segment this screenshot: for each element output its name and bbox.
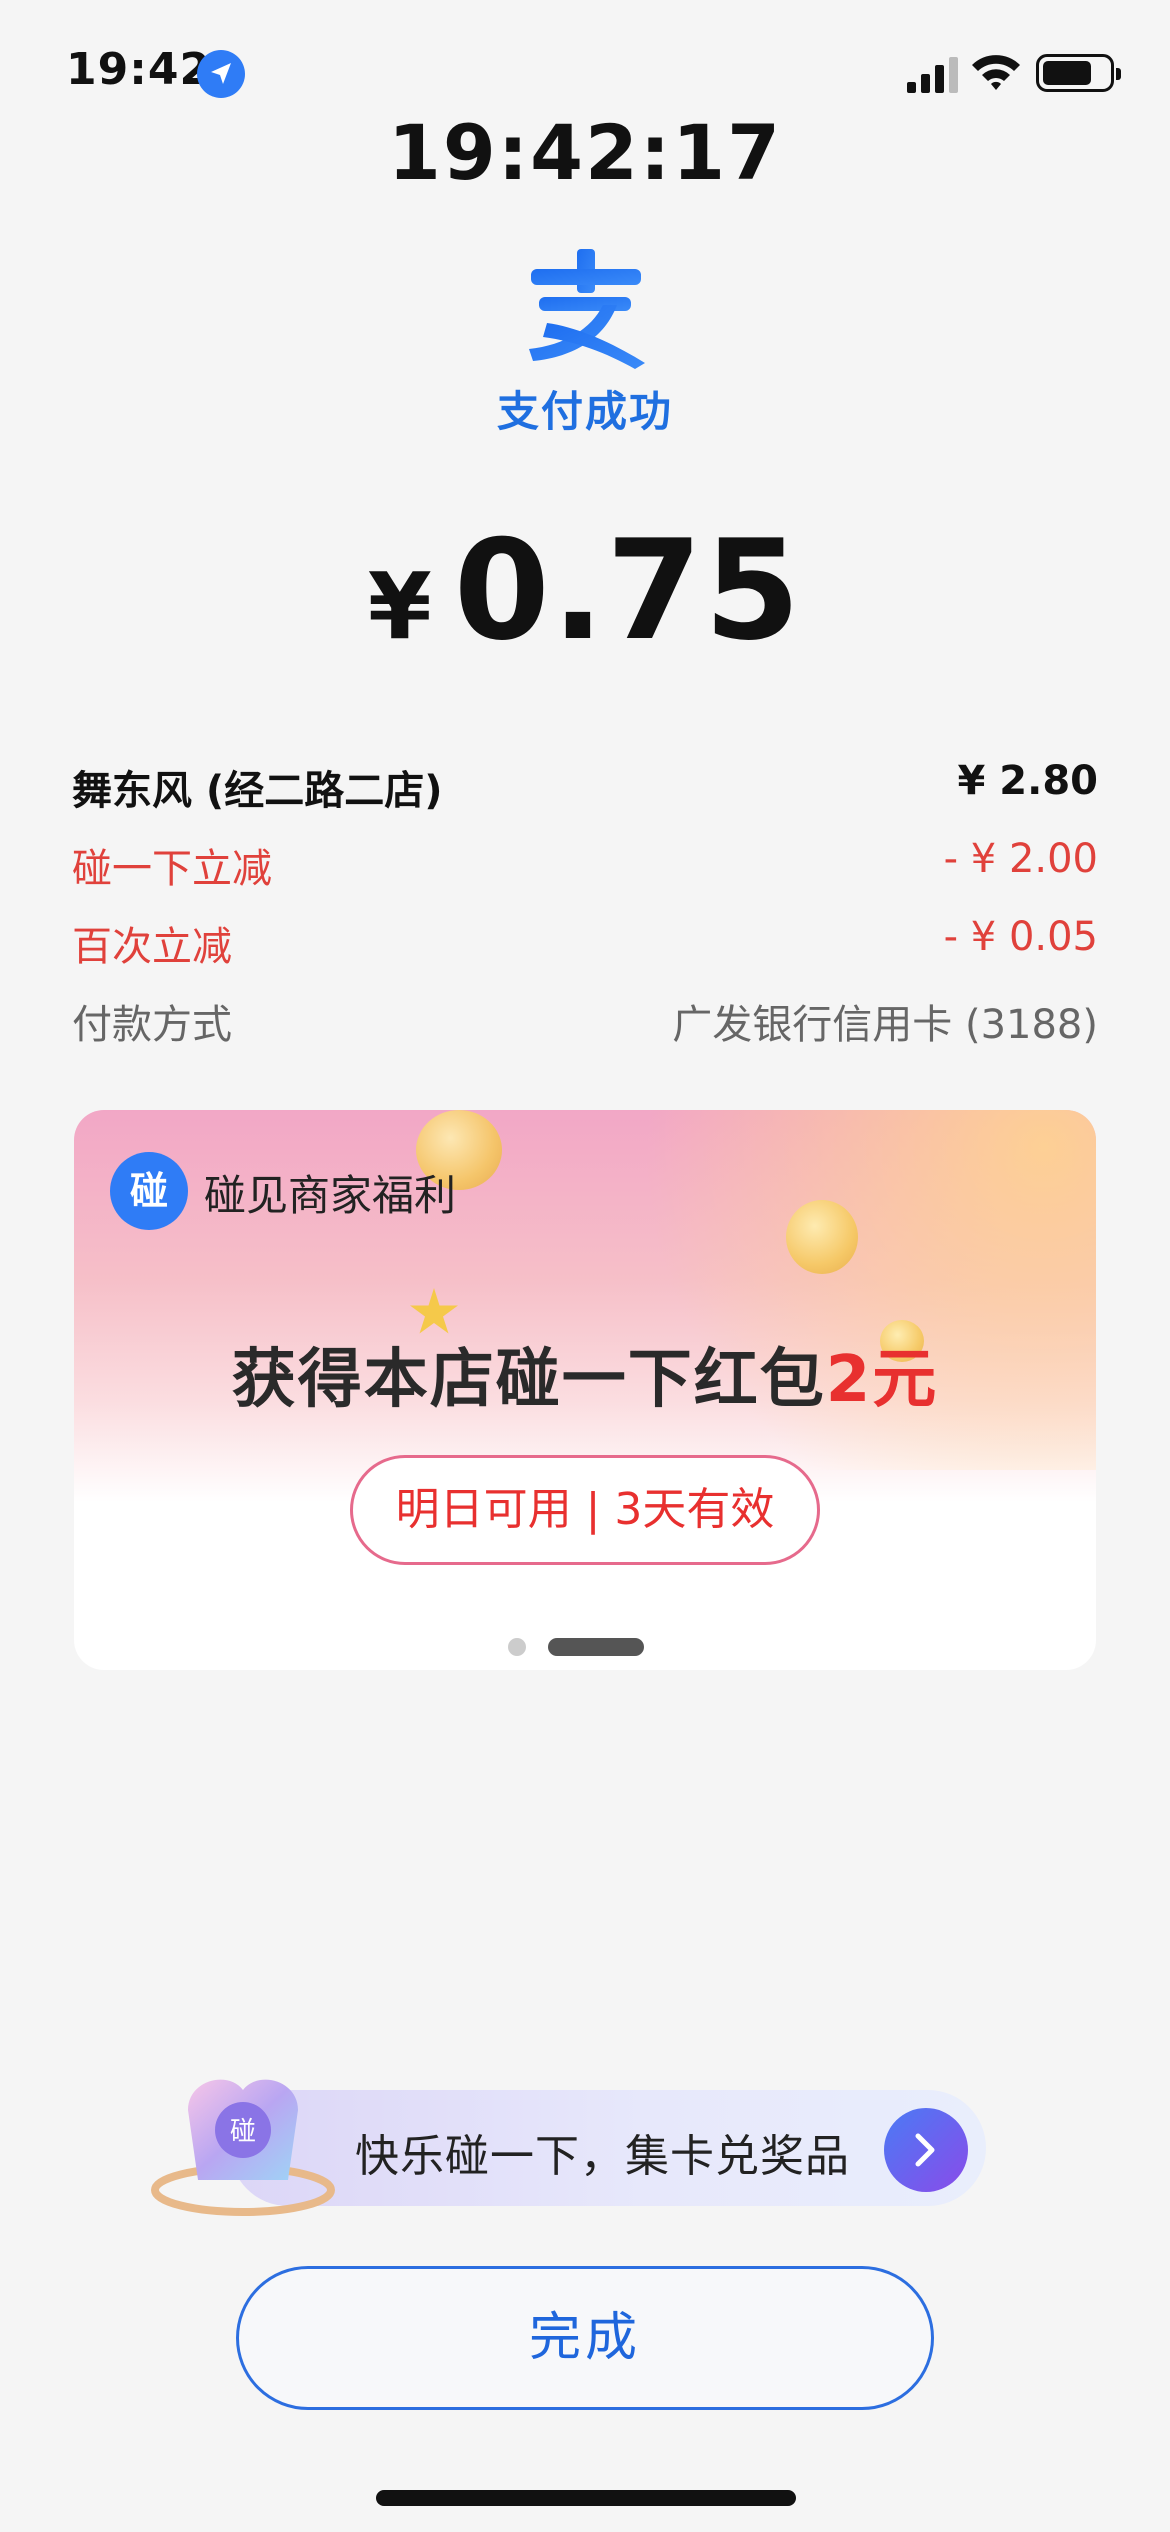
alipay-logo-icon [529,249,645,369]
status-time: 19:42 [66,44,212,95]
payment-method-value: 广发银行信用卡 (3188) [672,1002,1098,1048]
headline-amount: 2元 [825,1343,939,1417]
chevron-right-icon[interactable] [884,2108,968,2192]
svg-text:碰: 碰 [230,2117,256,2147]
tap-mascot-icon: 碰 [151,2079,335,2216]
done-button[interactable]: 完成 [236,2266,934,2410]
discount-row-hundred: 百次立减 - ¥ 0.05 [72,914,1098,974]
merchant-benefit-card[interactable]: 碰 碰见商家福利 获得本店碰一下红包2元 明日可用 | 3天有效 [74,1110,1096,1670]
cellular-signal-icon [907,57,958,93]
battery-icon [1036,54,1121,92]
carousel-dot-active[interactable] [548,1638,644,1656]
merchant-name: 舞东风 (经二路二店) [72,768,443,814]
red-packet-headline: 获得本店碰一下红包2元 [74,1328,1096,1420]
tap-badge-icon: 碰 [110,1152,188,1230]
carousel-indicator [74,1638,1096,1658]
discount-value: - ¥ 2.00 [943,836,1098,882]
amount-currency: ¥ [367,553,432,660]
validity-text: 明日可用 | 3天有效 [395,1484,775,1535]
transaction-clock: 19:42:17 [387,108,783,197]
headline-text: 获得本店碰一下红包 [231,1343,826,1417]
location-arrow-icon [197,50,245,98]
payment-status: 支付成功 [496,387,673,436]
wifi-icon [972,55,1020,90]
carousel-dot[interactable] [508,1638,526,1656]
discount-value: - ¥ 0.05 [943,914,1098,960]
paid-amount: ¥0.75 [0,510,1170,671]
coin-decoration [786,1200,858,1274]
banner-text: 快乐碰一下，集卡兑奖品 [355,2131,850,2182]
discount-label: 碰一下立减 [72,846,272,892]
payment-method-row: 付款方式 广发银行信用卡 (3188) [72,992,1098,1052]
discount-row-tap: 碰一下立减 - ¥ 2.00 [72,836,1098,896]
amount-value: 0.75 [453,510,803,671]
discount-label: 百次立减 [72,924,232,970]
home-indicator[interactable] [376,2490,796,2506]
validity-pill: 明日可用 | 3天有效 [350,1455,820,1565]
merchant-row: 舞东风 (经二路二店) ¥ 2.80 [72,758,1098,818]
merchant-price: ¥ 2.80 [957,758,1098,804]
payment-method-label: 付款方式 [72,1002,232,1048]
benefit-tag: 碰见商家福利 [204,1171,457,1220]
